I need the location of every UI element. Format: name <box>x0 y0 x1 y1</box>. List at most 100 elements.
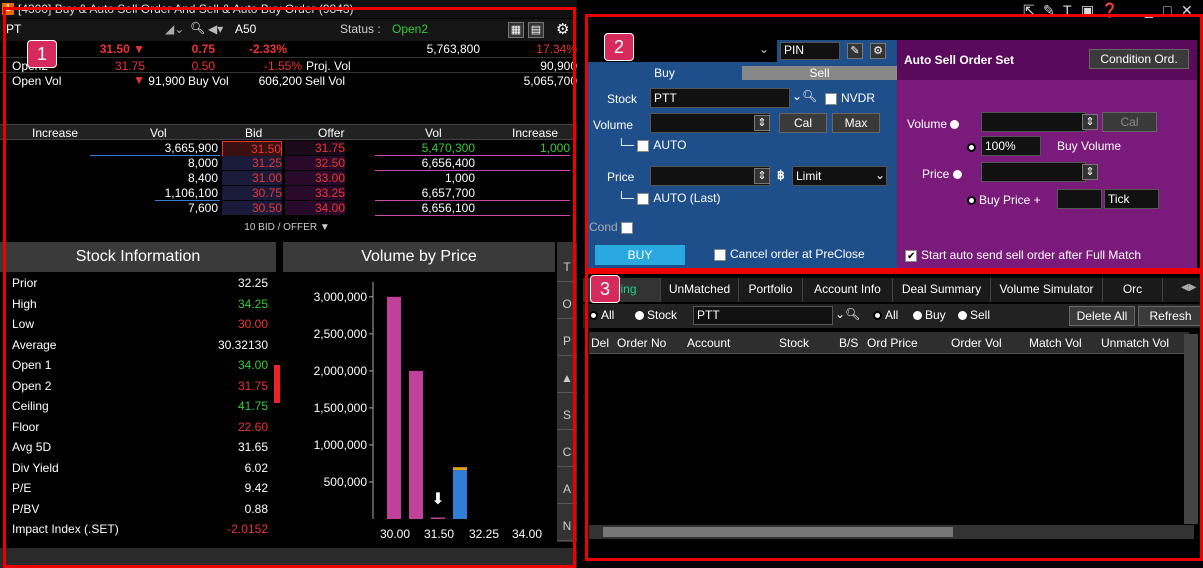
speaker-icon[interactable]: ◀︎▾ <box>208 22 223 36</box>
side-tab[interactable]: A <box>557 474 577 504</box>
price-type-dropdown-icon[interactable]: ⌄ <box>875 168 885 182</box>
tab-volume-simulator[interactable]: Volume Simulator <box>991 278 1103 302</box>
bid-price[interactable]: 30.50 <box>222 201 282 215</box>
offer-price[interactable]: 32.50 <box>285 156 345 170</box>
offer-price[interactable]: 33.00 <box>285 171 345 185</box>
offer-price[interactable]: 31.75 <box>285 141 345 155</box>
filter-stock-input[interactable]: PTT <box>693 306 833 325</box>
as-percent-select[interactable]: 100% <box>981 136 1041 156</box>
stock-search-icon[interactable]: ⌄🔍︎ <box>792 89 817 103</box>
as-volume-input[interactable] <box>981 112 1086 132</box>
nvdr-checkbox[interactable]: NVDR <box>825 91 875 105</box>
price-type-select[interactable]: Limit <box>792 166 887 186</box>
settings-icon[interactable]: ⚙ <box>870 43 886 59</box>
side-sell-radio[interactable]: Sell <box>958 308 990 322</box>
auto-volume-checkbox[interactable]: └─ AUTO <box>617 138 686 152</box>
horizontal-scrollbar[interactable] <box>589 525 1194 539</box>
side-tab[interactable]: S <box>557 400 577 430</box>
col-header[interactable]: Unmatch Vol <box>1101 336 1169 350</box>
as-tick-input[interactable] <box>1057 189 1102 209</box>
refresh-button[interactable]: Refresh <box>1138 306 1203 326</box>
as-cal-button[interactable]: Cal <box>1102 112 1157 132</box>
col-header[interactable]: Ord Price <box>867 336 918 350</box>
panel-1-titlebar[interactable]: 1 [4300] Buy & Auto Sell Order And Sell &… <box>0 0 577 18</box>
minimize-icon[interactable]: _ <box>1145 2 1153 18</box>
as-volume-stepper[interactable]: ⇕ <box>1082 114 1098 130</box>
as-price-input[interactable] <box>981 162 1086 182</box>
side-all-radio[interactable]: All <box>873 308 898 322</box>
horizontal-scroll-thumb[interactable] <box>603 527 953 537</box>
volume-stepper[interactable]: ⇕ <box>754 115 770 131</box>
window-icon[interactable]: ▤ <box>528 22 544 38</box>
bid-price[interactable]: 31.50 <box>222 141 282 157</box>
side-tab[interactable]: ▲ <box>557 363 577 393</box>
col-header[interactable]: Del <box>591 336 609 350</box>
col-header[interactable]: B/S <box>839 336 858 350</box>
font-icon[interactable]: T <box>1063 2 1072 18</box>
symbol-input[interactable]: PT <box>6 22 21 36</box>
side-tab[interactable]: O <box>557 289 577 319</box>
number-icon[interactable]: ▣ <box>1081 2 1094 19</box>
gear-icon[interactable]: ⚙ <box>556 20 569 38</box>
as-tick-select[interactable]: Tick <box>1104 189 1159 209</box>
pin-input[interactable]: PIN <box>780 42 840 60</box>
cancel-preclose-checkbox[interactable]: Cancel order at PreClose <box>714 247 865 261</box>
pin-icon[interactable]: ✎ <box>1043 2 1055 19</box>
side-tab[interactable]: T <box>557 252 577 282</box>
stock-input[interactable]: PTT <box>650 88 790 108</box>
side-buy-radio[interactable]: Buy <box>913 308 946 322</box>
tab-deal-summary[interactable]: Deal Summary <box>893 278 991 302</box>
side-tab[interactable]: P <box>557 326 577 356</box>
col-header[interactable]: Account <box>687 336 730 350</box>
cal-button[interactable]: Cal <box>779 113 827 133</box>
symbol-dropdown-icon[interactable]: ◢⌄ <box>165 22 184 36</box>
bid-price[interactable]: 30.75 <box>222 186 282 200</box>
filter-stock-radio[interactable]: Stock <box>635 308 677 322</box>
open2-change: 0.50 <box>191 59 215 73</box>
col-header[interactable]: Match Vol <box>1029 336 1082 350</box>
max-button[interactable]: Max <box>832 113 880 133</box>
price-stepper[interactable]: ⇕ <box>754 168 770 184</box>
baht-icon[interactable]: ฿ <box>777 168 785 182</box>
start-auto-checkbox[interactable]: Start auto send sell order after Full Ma… <box>905 248 1141 262</box>
price-input[interactable] <box>650 166 770 186</box>
col-header[interactable]: Stock <box>779 336 809 350</box>
offer-price[interactable]: 33.25 <box>285 186 345 200</box>
col-bid-vol: Vol <box>150 126 167 140</box>
cond-checkbox[interactable]: Cond <box>589 220 637 234</box>
popout-icon[interactable]: ⇱ <box>1023 2 1035 19</box>
filter-all-radio[interactable]: All <box>589 308 614 322</box>
bid-price[interactable]: 31.25 <box>222 156 282 170</box>
tab-scroll-arrows-icon[interactable]: ◀▶ <box>1181 282 1196 293</box>
as-price-stepper[interactable]: ⇕ <box>1082 164 1098 180</box>
layout-icon[interactable]: ▦ <box>508 22 524 38</box>
side-tab[interactable]: C <box>557 437 577 467</box>
account-dropdown-icon[interactable]: ⌄ <box>759 42 769 56</box>
help-icon[interactable]: ❓ <box>1101 2 1118 19</box>
auto-last-checkbox[interactable]: └─ AUTO (Last) <box>617 191 720 205</box>
condition-order-button[interactable]: Condition Ord. <box>1089 49 1189 69</box>
col-header[interactable]: Order No <box>617 336 666 350</box>
as-percent-radio[interactable] <box>967 140 979 154</box>
tab-sell[interactable]: Sell <box>742 66 897 80</box>
delete-all-button[interactable]: Delete All <box>1069 306 1135 326</box>
filter-search-icon[interactable]: ⌄🔍︎ <box>835 307 860 321</box>
maximize-icon[interactable]: □ <box>1163 2 1171 18</box>
edit-icon[interactable]: ✎ <box>847 43 863 59</box>
search-icon[interactable]: 🔍︎ <box>190 21 205 35</box>
tab-unmatched[interactable]: UnMatched <box>661 278 739 302</box>
tab-orc[interactable]: Orc <box>1103 278 1163 302</box>
vertical-scrollbar[interactable] <box>1184 334 1198 524</box>
tab-buy[interactable]: Buy <box>587 66 742 80</box>
tab-account-info[interactable]: Account Info <box>803 278 893 302</box>
offer-price[interactable]: 34.00 <box>285 201 345 215</box>
buy-button[interactable]: BUY <box>595 245 685 265</box>
col-header[interactable]: Order Vol <box>951 336 1002 350</box>
close-icon[interactable]: ✕ <box>1181 2 1193 19</box>
book-footer[interactable]: 10 BID / OFFER ▼ <box>232 222 342 233</box>
bid-price[interactable]: 31.00 <box>222 171 282 185</box>
tab-portfolio[interactable]: Portfolio <box>739 278 803 302</box>
as-buy-price-radio[interactable]: Buy Price + <box>967 193 1041 207</box>
side-tab[interactable]: N <box>557 511 577 541</box>
volume-input[interactable] <box>650 113 770 133</box>
